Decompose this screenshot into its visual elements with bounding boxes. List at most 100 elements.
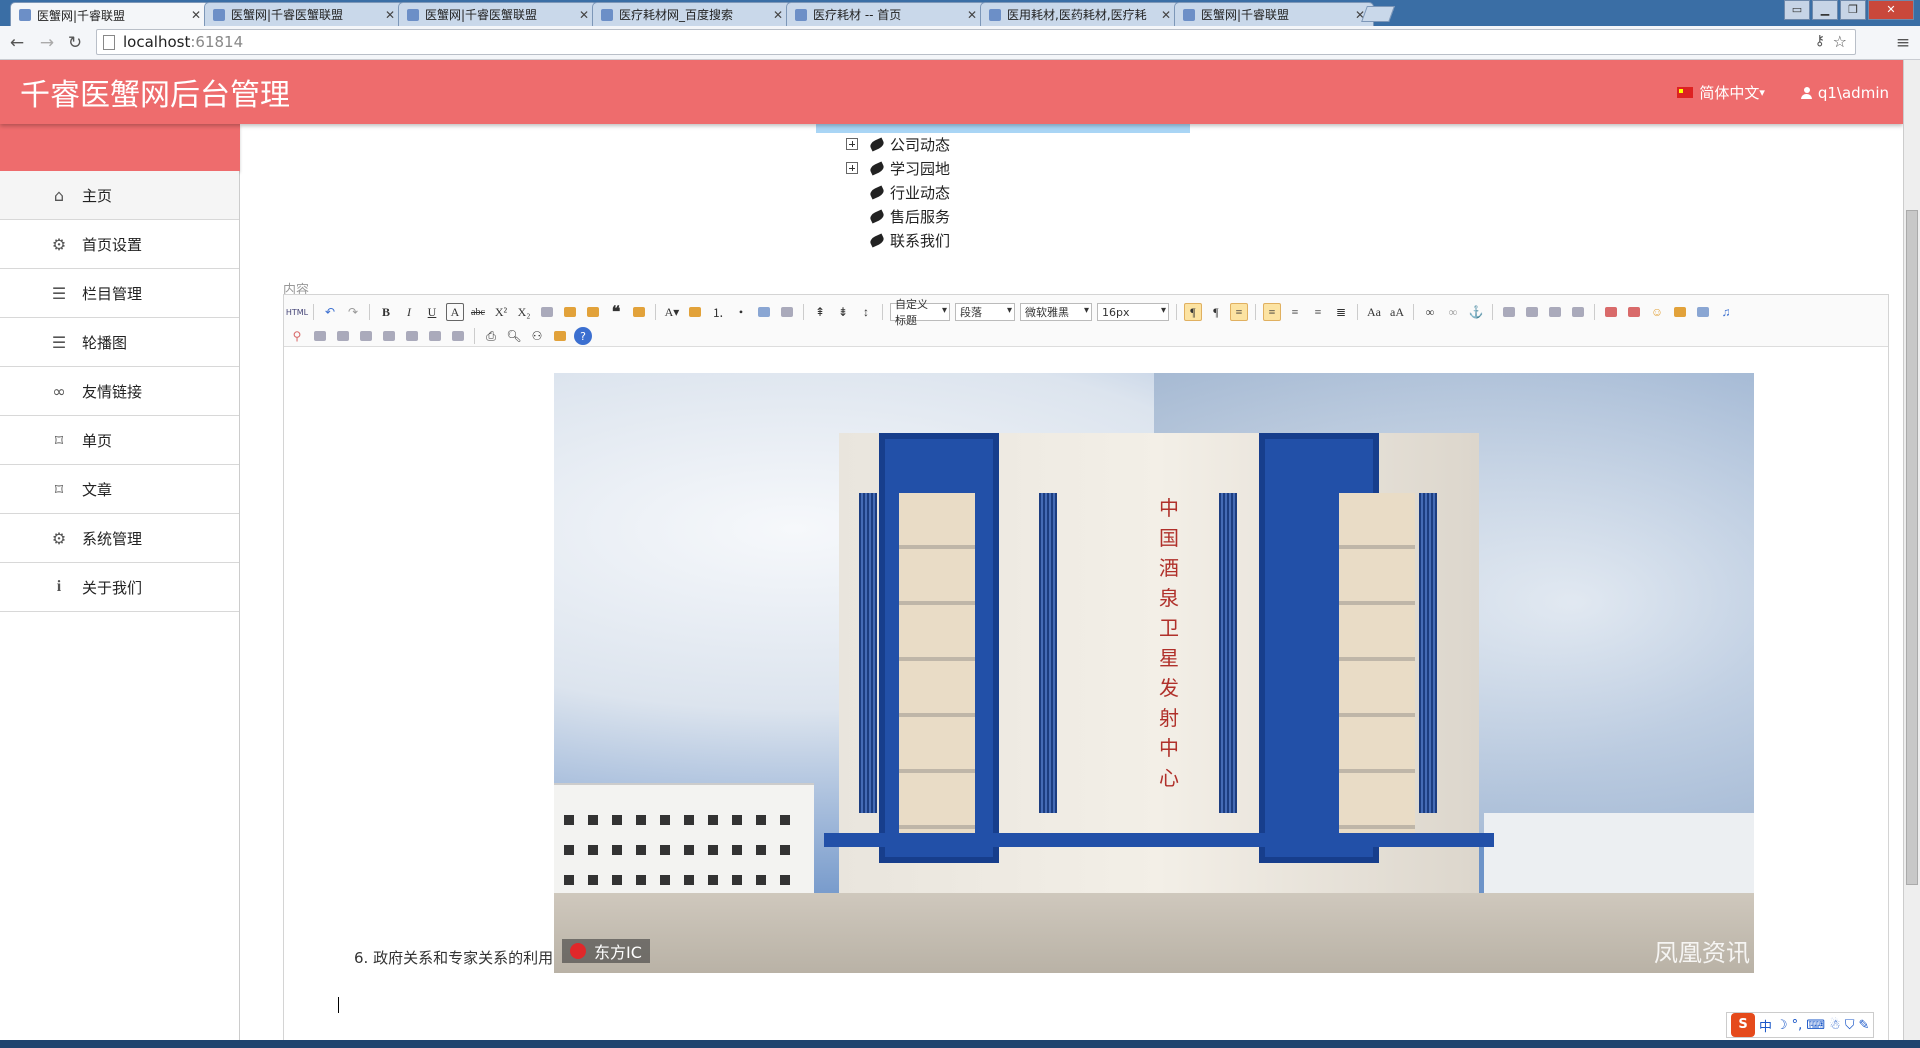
tree-node[interactable]: 售后服务 xyxy=(846,205,950,227)
menu-icon[interactable]: ≡ xyxy=(1892,32,1914,54)
keyboard-icon[interactable]: ⌨ xyxy=(1806,1018,1825,1033)
print-icon[interactable]: ⎙ xyxy=(482,327,500,345)
sidebar-item-columns[interactable]: ☰ 栏目管理 xyxy=(0,269,239,318)
multi-image-icon[interactable] xyxy=(1625,303,1643,321)
key-icon[interactable]: ⚷ xyxy=(1815,33,1825,49)
tree-node[interactable]: 联系我们 xyxy=(846,229,950,251)
image-center-icon[interactable] xyxy=(1569,303,1587,321)
background-color-icon[interactable] xyxy=(686,303,704,321)
delete-table-icon[interactable] xyxy=(426,327,444,345)
person-icon[interactable]: ☃ xyxy=(1829,1018,1841,1033)
font-size-dropdown[interactable]: 16px xyxy=(1097,303,1169,321)
sidebar-item-home[interactable]: ⌂ 主页 xyxy=(0,171,239,220)
scrollbar-thumb[interactable] xyxy=(1906,210,1918,885)
drafts-icon[interactable] xyxy=(551,327,569,345)
underline-icon[interactable]: U xyxy=(423,303,441,321)
sidebar-item-about[interactable]: i 关于我们 xyxy=(0,563,239,612)
search-replace-icon[interactable]: ⚇ xyxy=(528,327,546,345)
browser-tab[interactable]: 医蟹网|千睿医蟹联盟 ✕ xyxy=(204,2,404,26)
maximize-button[interactable]: ❐ xyxy=(1840,0,1866,20)
paragraph-dropdown[interactable]: 段落 xyxy=(955,303,1015,321)
image-right-icon[interactable] xyxy=(1546,303,1564,321)
sogou-icon[interactable]: S xyxy=(1731,1013,1755,1037)
redo-icon[interactable]: ↷ xyxy=(344,303,362,321)
bold-icon[interactable]: B xyxy=(377,303,395,321)
ime-toolbar[interactable]: S 中 ☽ °, ⌨ ☃ ⛉ ✎ xyxy=(1726,1012,1875,1038)
shirt-icon[interactable]: ⛉ xyxy=(1845,1018,1855,1033)
superscript-icon[interactable]: X² xyxy=(492,303,510,321)
font-border-icon[interactable]: A xyxy=(446,303,464,321)
sidebar-item-system[interactable]: ⚙ 系统管理 xyxy=(0,514,239,563)
font-color-icon[interactable]: A▾ xyxy=(663,303,681,321)
tree-node[interactable]: 公司动态 xyxy=(846,133,950,155)
strikethrough-icon[interactable]: abc xyxy=(469,303,487,321)
link-icon[interactable]: ∞ xyxy=(1421,303,1439,321)
close-tab-icon[interactable]: ✕ xyxy=(967,8,977,22)
to-lowercase-icon[interactable]: aA xyxy=(1388,303,1406,321)
address-bar[interactable]: localhost:61814 ⚷ ☆ xyxy=(96,29,1856,55)
tree-node[interactable]: 行业动态 xyxy=(846,181,950,203)
justify-full-icon[interactable]: ≣ xyxy=(1332,303,1350,321)
moon-icon[interactable]: ☽ xyxy=(1776,1018,1788,1033)
browser-tab[interactable]: 医蟹网|千睿联盟 ✕ xyxy=(10,2,210,27)
expand-icon[interactable] xyxy=(846,162,858,174)
browser-tab[interactable]: 医疗耗材 -- 首页 ✕ xyxy=(786,2,986,26)
blockquote-icon[interactable]: ❝ xyxy=(607,303,625,321)
sidebar-item-carousel[interactable]: ☰ 轮播图 xyxy=(0,318,239,367)
italic-icon[interactable]: I xyxy=(400,303,418,321)
eraser-icon[interactable] xyxy=(538,303,556,321)
row-spacing-top-icon[interactable]: ⇞ xyxy=(811,303,829,321)
select-all-icon[interactable] xyxy=(755,303,773,321)
unordered-list-icon[interactable]: • xyxy=(732,303,750,321)
clear-doc-icon[interactable] xyxy=(778,303,796,321)
sidebar-item-homepage-settings[interactable]: ⚙ 首页设置 xyxy=(0,220,239,269)
editor-body[interactable]: 中国酒泉卫星发射中心 东方IC 凤凰资讯 6. 政府关系和专家关系的利用 xyxy=(284,347,1888,1048)
html-source-icon[interactable]: HTML xyxy=(286,303,308,321)
punctuation-icon[interactable]: °, xyxy=(1792,1018,1803,1033)
inserted-photo[interactable]: 中国酒泉卫星发射中心 东方IC 凤凰资讯 xyxy=(554,373,1754,973)
custom-heading-dropdown[interactable]: 自定义标题 xyxy=(890,298,950,327)
browser-tab[interactable]: 医蟹网|千睿医蟹联盟 ✕ xyxy=(398,2,598,26)
image-left-icon[interactable] xyxy=(1523,303,1541,321)
scrawl-icon[interactable] xyxy=(1671,303,1689,321)
music-icon[interactable]: ♫ xyxy=(1717,303,1735,321)
browser-tab[interactable]: 医蟹网|千睿联盟 ✕ xyxy=(1174,2,1374,26)
close-tab-icon[interactable]: ✕ xyxy=(1161,8,1171,22)
insert-image-icon[interactable] xyxy=(1602,303,1620,321)
close-tab-icon[interactable]: ✕ xyxy=(385,8,395,22)
line-height-icon[interactable]: ↕ xyxy=(857,303,875,321)
close-tab-icon[interactable]: ✕ xyxy=(579,8,589,22)
wrench-icon[interactable]: ✎ xyxy=(1859,1018,1870,1033)
table-row-icon[interactable] xyxy=(334,327,352,345)
insert-table-icon[interactable] xyxy=(311,327,329,345)
ime-mode[interactable]: 中 xyxy=(1759,1016,1772,1035)
language-selector[interactable]: 简体中文 xyxy=(1699,82,1759,103)
sidebar-item-links[interactable]: ∞ 友情链接 xyxy=(0,367,239,416)
subscript-icon[interactable]: X₂ xyxy=(515,303,533,321)
reload-icon[interactable]: ↻ xyxy=(64,32,86,54)
close-tab-icon[interactable]: ✕ xyxy=(191,8,201,22)
emotion-icon[interactable]: ☺ xyxy=(1648,303,1666,321)
justify-right-icon[interactable]: ≡ xyxy=(1309,303,1327,321)
close-window-button[interactable]: ✕ xyxy=(1868,0,1914,20)
close-tab-icon[interactable]: ✕ xyxy=(773,8,783,22)
help-icon[interactable]: ? xyxy=(574,327,592,345)
minimize-button[interactable]: ▁ xyxy=(1812,0,1838,20)
insert-video-icon[interactable] xyxy=(1694,303,1712,321)
table-col-icon[interactable] xyxy=(357,327,375,345)
star-icon[interactable]: ☆ xyxy=(1833,32,1847,51)
auto-typeset-icon[interactable] xyxy=(584,303,602,321)
direction-rtl-icon[interactable]: ¶ xyxy=(1207,303,1225,321)
new-tab-button[interactable] xyxy=(1361,6,1395,22)
row-spacing-bottom-icon[interactable]: ⇟ xyxy=(834,303,852,321)
justify-left-icon[interactable]: ≡ xyxy=(1263,303,1281,321)
indent-icon[interactable]: ≡ xyxy=(1230,303,1248,321)
direction-ltr-icon[interactable]: ¶ xyxy=(1184,303,1202,321)
justify-center-icon[interactable]: ≡ xyxy=(1286,303,1304,321)
forward-icon[interactable]: → xyxy=(36,32,58,54)
format-match-icon[interactable] xyxy=(561,303,579,321)
user-menu[interactable]: q1\admin xyxy=(1818,84,1889,102)
horizontal-rule-icon[interactable]: ⚲ xyxy=(288,327,306,345)
image-none-icon[interactable] xyxy=(1500,303,1518,321)
browser-tab[interactable]: 医用耗材,医药耗材,医疗耗 ✕ xyxy=(980,2,1180,26)
